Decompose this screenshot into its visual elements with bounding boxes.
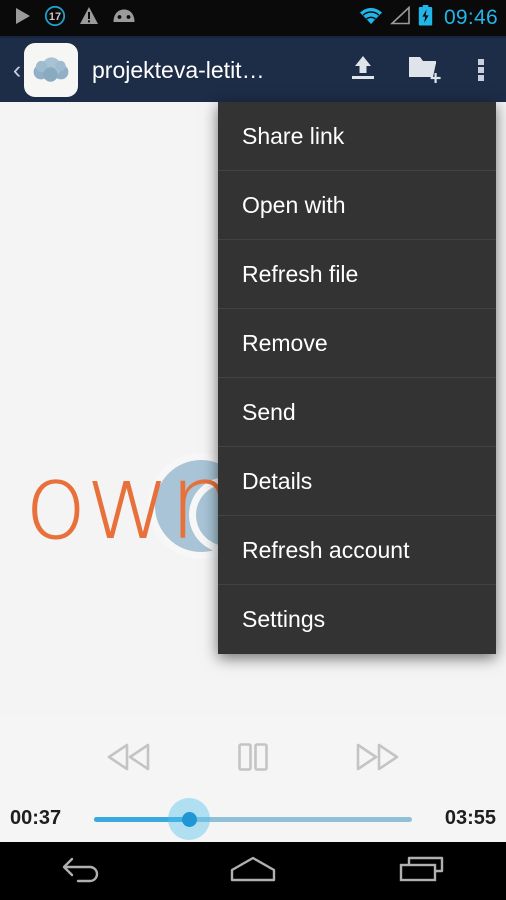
menu-item-label: Remove — [242, 329, 328, 356]
menu-item-label: Settings — [242, 606, 326, 632]
play-icon — [14, 7, 31, 30]
wifi-icon — [359, 6, 383, 30]
rewind-button[interactable] — [98, 730, 160, 788]
notification-count-icon: 17 — [44, 5, 66, 32]
owncloud-logo-icon[interactable] — [24, 43, 78, 97]
pause-button[interactable] — [222, 730, 284, 788]
status-clock: 09:46 — [443, 6, 498, 29]
menu-item-refresh-account[interactable]: Refresh account — [218, 516, 496, 585]
signal-icon — [389, 5, 411, 30]
overflow-dot — [478, 59, 484, 65]
recents-icon — [396, 853, 448, 890]
rewind-icon — [106, 741, 152, 778]
overflow-menu-icon — [478, 57, 484, 83]
overflow-button[interactable] — [456, 38, 506, 102]
notification-count-label: 17 — [49, 11, 61, 23]
overflow-dot — [478, 67, 484, 73]
overflow-menu: Share link Open with Refresh file Remove… — [218, 102, 496, 654]
android-head-icon — [112, 8, 136, 29]
menu-item-label: Refresh account — [242, 536, 410, 563]
nav-home-button[interactable] — [198, 842, 308, 900]
status-bar-left-icons: 17 — [14, 5, 136, 32]
status-bar-right-icons: 09:46 — [359, 5, 498, 31]
pause-icon — [236, 741, 270, 778]
menu-item-label: Send — [242, 398, 296, 425]
seek-slider[interactable] — [94, 796, 412, 840]
upload-icon — [346, 53, 380, 88]
overflow-dot — [478, 75, 484, 81]
menu-item-remove[interactable]: Remove — [218, 309, 496, 378]
fast-forward-icon — [354, 741, 400, 778]
nav-back-button[interactable] — [29, 842, 139, 900]
menu-item-refresh-file[interactable]: Refresh file — [218, 240, 496, 309]
back-arrow-icon — [61, 853, 107, 890]
menu-item-open-with[interactable]: Open with — [218, 171, 496, 240]
page-title: projekteva-letit… — [92, 56, 265, 83]
menu-item-label: Open with — [242, 191, 346, 218]
new-folder-button[interactable] — [394, 38, 456, 102]
menu-item-send[interactable]: Send — [218, 378, 496, 447]
menu-item-label: Share link — [242, 122, 345, 149]
splash-wordmark: own — [24, 441, 235, 563]
system-nav-bar — [0, 842, 506, 900]
media-player-controls: 00:37 03:55 — [0, 714, 506, 842]
fast-forward-button[interactable] — [346, 730, 408, 788]
nav-recents-button[interactable] — [367, 842, 477, 900]
battery-charging-icon — [418, 5, 433, 31]
menu-item-details[interactable]: Details — [218, 447, 496, 516]
seek-row: 00:37 03:55 — [0, 796, 506, 840]
menu-item-label: Details — [242, 467, 313, 494]
transport-controls — [0, 728, 506, 790]
action-bar-buttons — [332, 38, 506, 102]
action-bar: ‹ projekteva-letit… — [0, 38, 506, 102]
new-folder-icon — [407, 52, 443, 89]
total-time-label: 03:55 — [444, 806, 496, 829]
home-icon — [225, 853, 281, 890]
warning-icon — [79, 6, 99, 30]
current-time-label: 00:37 — [10, 806, 62, 829]
upload-button[interactable] — [332, 38, 394, 102]
menu-item-label: Refresh file — [242, 260, 359, 287]
status-bar[interactable]: 17 09:46 — [0, 0, 506, 36]
menu-item-settings[interactable]: Settings — [218, 585, 496, 654]
menu-item-share-link[interactable]: Share link — [218, 102, 496, 171]
